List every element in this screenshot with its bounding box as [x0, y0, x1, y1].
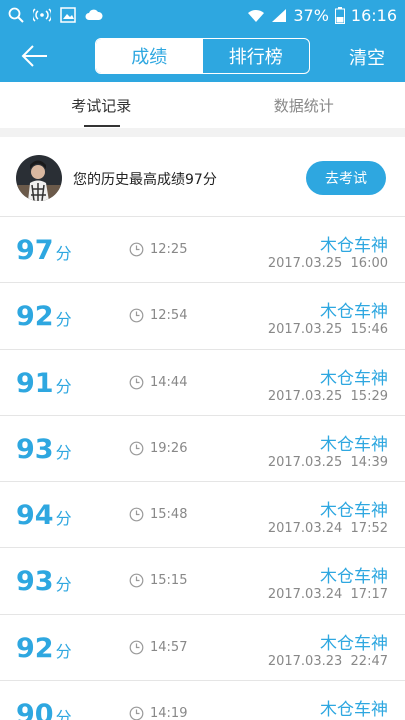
record-row[interactable]: 92 分 12:54 木仓车神 2017.03.25 15:46 [0, 283, 405, 350]
record-row[interactable]: 97 分 12:25 木仓车神 2017.03.25 16:00 [0, 217, 405, 284]
record-user-name: 木仓车神 [320, 434, 388, 455]
tab-exam-records[interactable]: 考试记录 [0, 82, 203, 128]
score-value: 90 [16, 699, 54, 720]
segment-control: 成绩 排行榜 [95, 38, 310, 74]
record-score: 93 分 [16, 566, 72, 597]
record-duration: 14:57 [150, 639, 188, 655]
cloud-icon [85, 9, 103, 20]
record-date: 2017.03.24 17:17 [267, 587, 388, 603]
record-user-name: 木仓车神 [320, 501, 388, 522]
clock-icon [129, 308, 144, 323]
clock-time: 16:16 [350, 5, 397, 25]
clock-icon [129, 441, 144, 456]
score-unit: 分 [55, 708, 72, 720]
record-score: 93 分 [16, 434, 72, 465]
record-user-name: 木仓车神 [320, 567, 388, 588]
record-score: 90 分 [16, 699, 72, 720]
score-value: 91 [16, 367, 54, 399]
broadcast-icon [33, 8, 51, 22]
score-unit: 分 [55, 442, 72, 462]
record-date: 2017.03.25 15:46 [267, 322, 388, 338]
score-unit: 分 [55, 641, 72, 661]
record-duration: 14:44 [150, 374, 188, 390]
clock-icon [129, 507, 144, 522]
record-date: 2017.03.24 17:52 [267, 521, 388, 537]
record-duration: 14:19 [150, 706, 188, 720]
record-duration: 19:26 [150, 440, 188, 456]
clear-button[interactable]: 清空 [349, 44, 385, 70]
best-score-text: 您的历史最高成绩97分 [73, 172, 217, 188]
score-value: 92 [16, 301, 54, 333]
battery-percent: 37% [293, 5, 329, 25]
segment-scores[interactable]: 成绩 [96, 39, 203, 73]
back-button[interactable] [20, 42, 50, 70]
clock-icon [129, 242, 144, 257]
record-user-name: 木仓车神 [320, 236, 388, 256]
record-date: 2017.03.25 14:39 [267, 454, 388, 470]
record-user-name: 木仓车神 [320, 633, 388, 654]
record-row[interactable]: 92 分 14:57 木仓车神 2017.03.23 22:47 [0, 614, 405, 682]
record-user-name: 木仓车神 [320, 700, 388, 720]
record-score: 94 分 [16, 500, 72, 531]
record-score: 92 分 [16, 633, 72, 664]
segment-ranking[interactable]: 排行榜 [203, 39, 310, 73]
score-unit: 分 [55, 244, 72, 263]
wifi-icon [248, 9, 265, 22]
image-icon [60, 7, 76, 23]
record-date: 2017.03.23 22:47 [267, 653, 388, 669]
score-unit: 分 [55, 310, 72, 330]
record-user-name: 木仓车神 [320, 302, 388, 323]
record-score: 92 分 [16, 301, 72, 332]
status-bar: 37% 16:16 [0, 0, 405, 30]
record-user-name: 木仓车神 [320, 368, 388, 389]
record-row[interactable]: 93 分 15:15 木仓车神 2017.03.24 17:17 [0, 548, 405, 615]
tab-statistics[interactable]: 数据统计 [203, 82, 405, 128]
tab-bar: 考试记录 数据统计 [0, 82, 405, 128]
section-divider [0, 128, 405, 137]
record-duration: 12:54 [150, 308, 188, 324]
score-unit: 分 [55, 575, 72, 595]
best-score-banner: 您的历史最高成绩97分 去考试 [0, 137, 405, 217]
search-icon [8, 7, 24, 23]
records-list: 97 分 12:25 木仓车神 2017.03.25 16:00 92 分 12:54 木仓车神… [0, 217, 405, 720]
score-value: 93 [16, 566, 54, 598]
record-duration: 15:48 [150, 507, 188, 523]
record-date: 2017.03.25 15:29 [267, 388, 388, 404]
score-value: 92 [16, 632, 54, 664]
take-exam-button[interactable]: 去考试 [306, 161, 386, 195]
record-date: 2017.03.25 16:00 [267, 256, 388, 271]
arrow-left-icon [21, 45, 47, 67]
clock-icon [129, 574, 144, 588]
record-row[interactable]: 94 分 15:48 木仓车神 2017.03.24 17:52 [0, 482, 405, 549]
score-unit: 分 [55, 509, 72, 529]
score-unit: 分 [55, 376, 72, 396]
record-duration: 15:15 [150, 573, 188, 589]
signal-icon [272, 8, 287, 22]
score-value: 97 [16, 235, 54, 266]
score-value: 93 [16, 433, 54, 465]
record-row[interactable]: 90 分 14:19 木仓车神 [0, 681, 405, 720]
score-value: 94 [16, 500, 54, 532]
record-score: 91 分 [16, 368, 72, 399]
record-row[interactable]: 93 分 19:26 木仓车神 2017.03.25 14:39 [0, 415, 405, 483]
clock-icon [129, 375, 144, 389]
record-row[interactable]: 91 分 14:44 木仓车神 2017.03.25 15:29 [0, 349, 405, 416]
record-score: 97 分 [16, 235, 72, 266]
avatar[interactable] [16, 155, 62, 201]
clock-icon [129, 706, 144, 720]
battery-icon [334, 6, 345, 24]
clock-icon [129, 640, 144, 655]
app-bar: 成绩 排行榜 清空 [0, 30, 405, 82]
record-duration: 12:25 [150, 242, 188, 257]
tab-indicator [84, 125, 120, 127]
